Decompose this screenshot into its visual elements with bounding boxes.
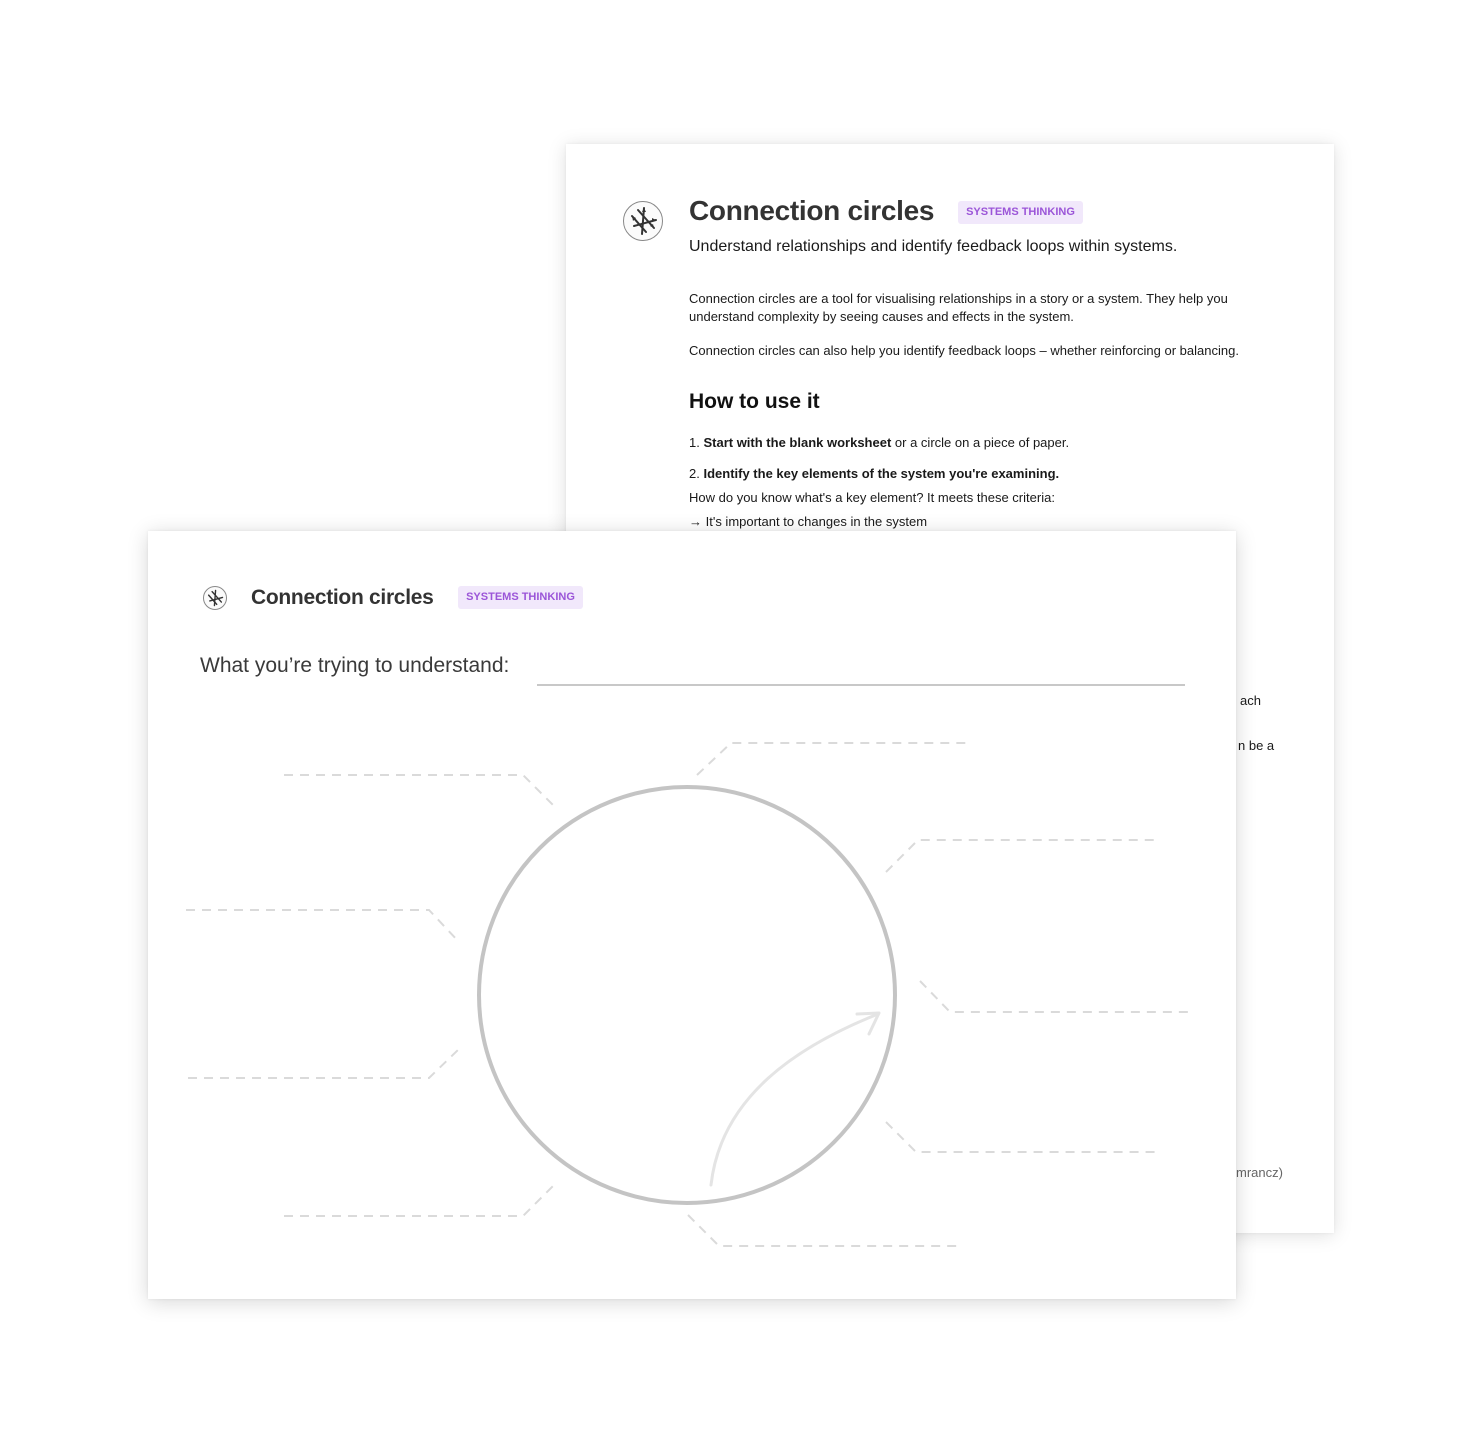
- intro-paragraph-2: Connection circles can also help you ide…: [689, 343, 1239, 358]
- worksheet-title: Connection circles: [251, 586, 434, 609]
- partially-hidden-text-3: mrancz): [1236, 1165, 1283, 1180]
- connection-circle: [477, 785, 897, 1205]
- partially-hidden-text-1: ach: [1240, 693, 1261, 708]
- element-line-top-left: [284, 774, 556, 808]
- instructions-subtitle: Understand relationships and identify fe…: [689, 238, 1178, 255]
- element-line-right-lower: [885, 1121, 1158, 1153]
- partially-hidden-text-2: n be a: [1238, 738, 1275, 753]
- element-line-bottom: [687, 1214, 960, 1247]
- step-1-number: 1.: [689, 435, 700, 450]
- step-1: 1. Start with the blank worksheet or a c…: [689, 435, 1069, 450]
- category-badge: SYSTEMS THINKING: [958, 201, 1083, 224]
- element-line-right-upper: [885, 839, 1158, 873]
- connection-circle-logo-icon: [203, 586, 227, 610]
- element-line-top: [696, 742, 970, 776]
- step-2-question: How do you know what's a key element? It…: [689, 490, 1055, 505]
- intro-line-2: understand complexity by seeing causes a…: [689, 309, 1074, 324]
- prompt-answer-line[interactable]: [537, 684, 1185, 686]
- example-connection-arrow: [709, 1011, 881, 1187]
- instructions-title: Connection circles: [689, 195, 935, 226]
- element-line-left-lower: [188, 1047, 461, 1079]
- worksheet-sheet: Connection circles SYSTEMS THINKING What…: [148, 531, 1236, 1299]
- intro-line-1: Connection circles are a tool for visual…: [689, 291, 1228, 306]
- step-2: 2. Identify the key elements of the syst…: [689, 466, 1059, 481]
- step-2-number: 2.: [689, 466, 700, 481]
- connection-circle-diagram: [186, 742, 1190, 1247]
- connection-circle-logo-icon: [623, 201, 663, 241]
- criterion-1: → It's important to changes in the syste…: [689, 514, 928, 529]
- section-heading: How to use it: [689, 390, 820, 413]
- prompt-label: What you’re trying to understand:: [200, 654, 510, 677]
- element-line-right-middle: [919, 980, 1190, 1013]
- step-1-bold: Start with the blank worksheet: [703, 435, 892, 450]
- element-line-bottom-left: [284, 1183, 556, 1217]
- element-line-left-upper: [186, 909, 460, 943]
- step-1-rest: or a circle on a piece of paper.: [894, 435, 1070, 450]
- step-2-bold: Identify the key elements of the system …: [703, 466, 1060, 481]
- category-badge: SYSTEMS THINKING: [458, 586, 583, 609]
